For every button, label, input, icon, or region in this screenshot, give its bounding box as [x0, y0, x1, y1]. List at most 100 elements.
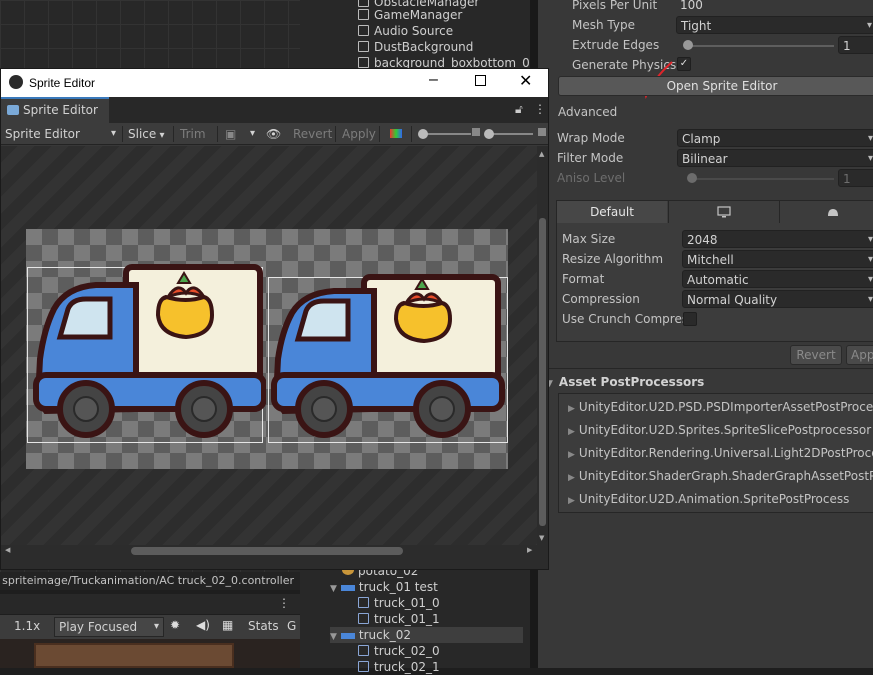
separator [411, 126, 412, 142]
unity-logo-icon [9, 75, 23, 89]
asset-path-bar: spriteimage/Truckanimation/AC truck_02_0… [0, 572, 300, 590]
chevron-down-icon[interactable]: ▾ [250, 123, 255, 145]
chevron-down-icon: ▾ [153, 621, 159, 632]
minimize-icon[interactable]: – [429, 71, 438, 89]
lock-icon[interactable]: 🔓︎ [515, 102, 523, 117]
alpha-slider-knob[interactable] [418, 129, 428, 139]
maximize-icon[interactable] [475, 75, 486, 86]
scroll-left-icon[interactable]: ◀ [5, 546, 10, 554]
gizmos-button[interactable]: G [287, 619, 296, 633]
hierarchy-item[interactable]: truck_01_0 [358, 595, 440, 611]
mip-icon [538, 128, 546, 136]
apply-button[interactable]: App [846, 345, 873, 365]
stats-button[interactable]: Stats [248, 619, 279, 633]
truck-sprite-1 [33, 264, 266, 438]
sprite-texture [26, 229, 508, 469]
extrude-edges-label: Extrude Edges [572, 38, 660, 52]
compression-dropdown[interactable]: Normal Quality [682, 290, 873, 308]
tab-sprite-editor[interactable]: Sprite Editor [1, 97, 109, 123]
window-bottom-edge [1, 557, 548, 569]
expand-arrow-icon[interactable]: ▼ [330, 584, 337, 594]
wrap-mode-dropdown[interactable]: Clamp [677, 129, 873, 147]
advanced-foldout[interactable]: Advanced [558, 103, 617, 121]
postprocessor-item[interactable]: ▶ UnityEditor.ShaderGraph.ShaderGraphAsse… [568, 466, 873, 486]
checker-icon [472, 128, 480, 136]
horizontal-scrollbar[interactable]: ◀ ▶ [1, 545, 548, 557]
sprite-icon [358, 597, 369, 608]
monitor-icon [716, 206, 731, 218]
postprocessor-item[interactable]: ▶ UnityEditor.U2D.Animation.SpritePostPro… [568, 489, 849, 509]
keyboard-icon[interactable]: ▦ [222, 618, 233, 632]
trim-button[interactable]: Trim [180, 123, 206, 145]
alpha-slider-track[interactable] [421, 133, 471, 135]
zoom-value[interactable]: 1.1x [14, 619, 40, 633]
color-channel-icon[interactable] [390, 129, 402, 138]
slice-dropdown[interactable]: Slice ▾ [128, 123, 164, 145]
game-panel-header: ⋮ [0, 594, 300, 614]
tab-standalone[interactable] [668, 201, 778, 223]
foldout-arrow-icon: ▶ [568, 450, 575, 460]
chevron-down-icon: ▾ [156, 130, 165, 141]
wrap-mode-label: Wrap Mode [557, 131, 625, 145]
extrude-edges-slider-track[interactable] [684, 45, 834, 47]
max-size-dropdown[interactable]: 2048 [682, 230, 873, 248]
extrude-edges-slider-knob[interactable] [683, 40, 693, 50]
game-toolbar: 1.1x Play Focused ▾ ✹ ◀) ▦ Stats G [0, 615, 300, 639]
vertical-scrollbar[interactable]: ▲ ▼ [537, 146, 548, 545]
hierarchy-item[interactable]: truck_01_1 [358, 611, 440, 627]
filter-mode-dropdown[interactable]: Bilinear [677, 149, 873, 167]
apply-button[interactable]: Apply [342, 123, 376, 145]
scroll-down-icon[interactable]: ▼ [539, 534, 544, 542]
hierarchy-item[interactable]: truck_02_0 [358, 643, 440, 659]
audio-icon[interactable]: ◀) [196, 618, 210, 632]
hierarchy-item[interactable]: truck_02_1 [358, 659, 440, 675]
hierarchy-item-selected[interactable]: ▼ truck_02 [330, 627, 523, 643]
use-crunch-checkbox[interactable] [683, 312, 697, 326]
vertical-scroll-thumb[interactable] [539, 218, 546, 526]
postprocessors-header[interactable]: ▼ Asset PostProcessors [546, 373, 704, 391]
scroll-up-icon[interactable]: ▲ [539, 150, 544, 158]
close-icon[interactable]: ✕ [519, 71, 532, 91]
tab-default[interactable]: Default [557, 201, 667, 223]
gameobject-icon [358, 57, 369, 68]
revert-button[interactable]: Revert [293, 123, 332, 145]
sprite-editor-toolbar: Sprite Editor ▾ Slice ▾ Trim ▣ ▾ 👁︎ Rever… [1, 123, 548, 145]
revert-button[interactable]: Revert [790, 345, 842, 365]
horizontal-scroll-thumb[interactable] [131, 547, 403, 555]
format-dropdown[interactable]: Automatic [682, 270, 873, 288]
hierarchy-item[interactable]: GameManager [358, 7, 462, 23]
postprocessor-item[interactable]: ▶ UnityEditor.U2D.Sprites.SpriteSlicePost… [568, 420, 871, 440]
bug-icon[interactable]: ✹ [170, 618, 180, 632]
hierarchy-item[interactable]: DustBackground [358, 39, 473, 55]
hierarchy-item[interactable]: ▼ truck_01 test [330, 579, 438, 595]
postprocessor-item[interactable]: ▶ UnityEditor.Rendering.Universal.Light2D… [568, 443, 873, 463]
max-size-label: Max Size [562, 232, 616, 246]
more-options-icon[interactable]: ⋮ [278, 596, 290, 610]
window-titlebar[interactable]: Sprite Editor – ✕ [1, 69, 548, 97]
eye-icon[interactable]: 👁︎ [266, 123, 281, 145]
mesh-type-dropdown[interactable]: Tight [676, 16, 873, 34]
pixels-per-unit-field[interactable]: 100 [676, 0, 873, 14]
more-options-icon[interactable]: ⋮ [534, 102, 546, 116]
postprocessor-item[interactable]: ▶ UnityEditor.U2D.PSD.PSDImporterAssetPos… [568, 397, 873, 417]
texture-icon[interactable]: ▣ [225, 123, 236, 145]
foldout-arrow-icon: ▶ [568, 404, 575, 414]
resize-algorithm-dropdown[interactable]: Mitchell [682, 250, 873, 268]
mode-dropdown[interactable]: Sprite Editor ▾ [5, 123, 116, 145]
hierarchy-item[interactable]: Audio Source [358, 23, 453, 39]
compression-label: Compression [562, 292, 640, 306]
play-mode-dropdown[interactable]: Play Focused ▾ [54, 617, 164, 637]
truck-sprite-icon [340, 585, 355, 591]
pixels-per-unit-label: Pixels Per Unit [572, 0, 658, 12]
open-sprite-editor-button[interactable]: Open Sprite Editor [558, 76, 873, 96]
separator [335, 126, 336, 142]
scroll-right-icon[interactable]: ▶ [527, 546, 532, 554]
extrude-edges-field[interactable]: 1 [838, 36, 873, 54]
expand-arrow-icon[interactable]: ▼ [330, 632, 337, 642]
generate-physics-checkbox[interactable]: ✓ [677, 57, 691, 71]
separator [122, 126, 123, 142]
chevron-down-icon: ▾ [111, 128, 117, 139]
sprite-canvas[interactable] [1, 146, 537, 545]
tab-android[interactable] [779, 201, 873, 223]
zoom-slider-knob[interactable] [484, 129, 494, 139]
